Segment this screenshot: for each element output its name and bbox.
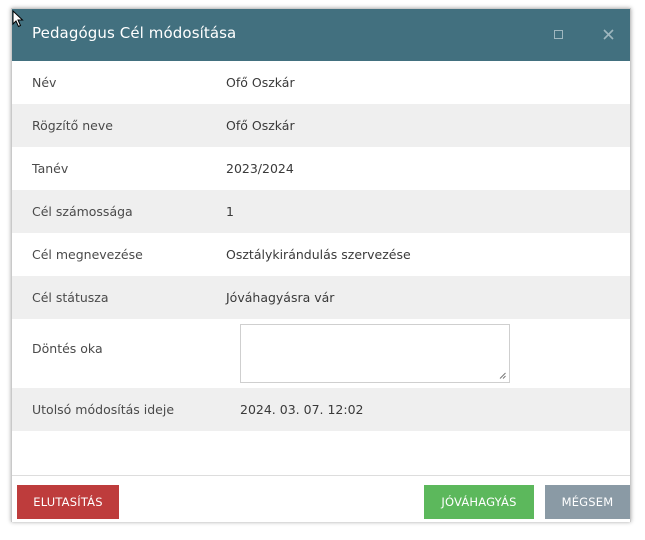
decision-reason-field[interactable] xyxy=(240,324,510,383)
field-row-name: Név Ofő Oszkár xyxy=(12,61,630,104)
dialog-titlebar[interactable]: Pedagógus Cél módosítása xyxy=(12,9,630,61)
field-row-goal-status: Cél státusza Jóváhagyásra vár xyxy=(12,276,630,319)
field-label: Döntés oka xyxy=(32,341,103,356)
mouse-pointer-icon xyxy=(12,10,24,28)
field-value: Ofő Oszkár xyxy=(226,118,295,133)
field-list: Név Ofő Oszkár Rögzítő neve Ofő Oszkár T… xyxy=(12,61,630,431)
decision-reason-textarea[interactable] xyxy=(241,325,509,382)
close-icon xyxy=(602,28,614,40)
edit-teacher-goal-dialog: Pedagógus Cél módosítása Név Ofő Oszkár … xyxy=(11,8,631,522)
reject-button[interactable]: ELUTASÍTÁS xyxy=(17,485,119,519)
field-value: 1 xyxy=(226,204,234,219)
approve-button[interactable]: JÓVÁHAGYÁS xyxy=(424,485,534,519)
field-row-last-modified: Utolsó módosítás ideje 2024. 03. 07. 12:… xyxy=(12,388,630,431)
dialog-title: Pedagógus Cél módosítása xyxy=(32,24,237,42)
maximize-button[interactable] xyxy=(547,23,569,45)
field-row-decision-reason: Döntés oka xyxy=(12,319,630,388)
field-row-school-year: Tanév 2023/2024 xyxy=(12,147,630,190)
field-label: Cél megnevezése xyxy=(32,247,143,262)
screen: Pedagógus Cél módosítása Név Ofő Oszkár … xyxy=(0,0,645,540)
field-value: Jóváhagyásra vár xyxy=(226,290,335,305)
field-label: Tanév xyxy=(32,161,69,176)
dialog-footer: ELUTASÍTÁS JÓVÁHAGYÁS MÉGSEM xyxy=(12,475,630,522)
field-value: 2024. 03. 07. 12:02 xyxy=(240,402,364,417)
field-value: Osztálykirándulás szervezése xyxy=(226,247,411,262)
field-label: Név xyxy=(32,75,57,90)
field-label: Cél számossága xyxy=(32,204,133,219)
field-value: Ofő Oszkár xyxy=(226,75,295,90)
field-row-recorder-name: Rögzítő neve Ofő Oszkár xyxy=(12,104,630,147)
field-label: Utolsó módosítás ideje xyxy=(32,402,175,417)
field-value: 2023/2024 xyxy=(226,161,294,176)
cancel-button[interactable]: MÉGSEM xyxy=(545,485,630,519)
close-button[interactable] xyxy=(597,23,619,45)
field-row-goal-count: Cél számossága 1 xyxy=(12,190,630,233)
maximize-icon xyxy=(553,29,563,39)
field-row-goal-name: Cél megnevezése Osztálykirándulás szerve… xyxy=(12,233,630,276)
resize-grip-icon[interactable] xyxy=(499,372,506,379)
field-label: Rögzítő neve xyxy=(32,118,113,133)
field-label: Cél státusza xyxy=(32,290,109,305)
